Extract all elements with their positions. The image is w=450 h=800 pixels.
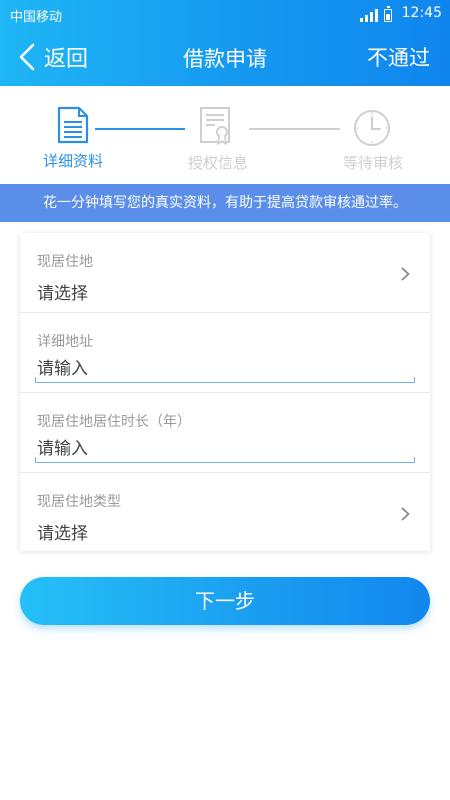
step-label-review: 等待审核 — [342, 154, 403, 172]
reject-button[interactable]: 不通过 — [367, 42, 430, 72]
step-connector-1 — [95, 128, 185, 130]
status-time: 12:45 — [401, 5, 442, 21]
field-label: 详细地址 — [37, 334, 93, 350]
nav-bar: 返回 借款申请 不通过 — [0, 30, 450, 84]
residence-duration-row: 现居住地居住时长（年） — [20, 393, 430, 473]
input-underline — [35, 457, 415, 463]
status-bar: 中国移动 12:45 — [0, 0, 450, 28]
next-step-button[interactable]: 下一步 — [20, 577, 430, 625]
step-label-authorization: 授权信息 — [187, 154, 248, 172]
address-form: 现居住地 请选择 详细地址 现居住地居住时长（年） 现居住地类型 请选择 — [20, 233, 430, 551]
signal-icon — [360, 18, 363, 22]
chevron-right-icon — [401, 507, 410, 521]
field-label: 现居住地 — [37, 254, 93, 270]
detail-address-row: 详细地址 — [20, 313, 430, 393]
residence-select[interactable]: 现居住地 请选择 — [20, 233, 430, 313]
info-banner: 花一分钟填写您的真实资料，有助于提高贷款审核通过率。 — [0, 184, 450, 222]
battery-icon — [384, 6, 392, 22]
field-label: 现居住地类型 — [37, 494, 121, 510]
field-value: 请选择 — [37, 524, 88, 544]
document-icon — [57, 106, 89, 144]
input-underline — [35, 377, 415, 383]
residence-type-select[interactable]: 现居住地类型 请选择 — [20, 473, 430, 553]
header-bar: 中国移动 12:45 返回 借款申请 不通过 — [0, 0, 450, 86]
system-icons — [360, 6, 392, 22]
step-label-details: 详细资料 — [42, 152, 103, 170]
chevron-right-icon — [401, 267, 410, 281]
carrier-name: 中国移动 — [10, 10, 63, 25]
clock-icon — [354, 110, 390, 146]
field-value: 请选择 — [37, 284, 88, 304]
progress-steps: 详细资料 授权信息 等待审核 — [0, 86, 450, 184]
certificate-icon — [200, 107, 230, 145]
field-label: 现居住地居住时长（年） — [37, 414, 191, 430]
step-connector-2 — [249, 128, 340, 130]
